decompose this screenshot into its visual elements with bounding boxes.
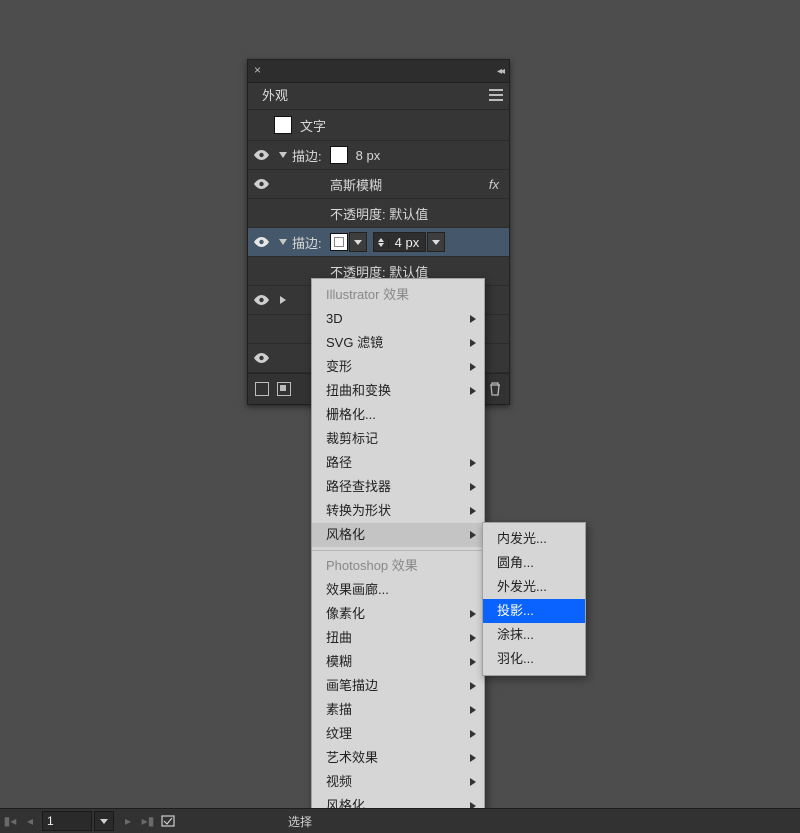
row-root[interactable]: 文字 [248,110,509,141]
opacity1-label: 不透明度: 默认值 [274,204,428,223]
chevron-down-icon[interactable] [279,152,287,158]
fx-icon[interactable]: fx [489,177,509,192]
root-label: 文字 [292,116,326,135]
stroke2-size-dropdown[interactable] [427,232,445,252]
gauss-label: 高斯模糊 [274,175,382,194]
row-opacity-1[interactable]: 不透明度: 默认值 [248,199,509,228]
nav-first[interactable]: ▮◂ [0,809,20,833]
nav-prev[interactable]: ◂ [20,809,40,833]
menu-separator [312,550,484,551]
submenu-feather[interactable]: 羽化... [483,647,585,671]
menu-rasterize[interactable]: 栅格化... [312,403,484,427]
menu-svg-filters[interactable]: SVG 滤镜 [312,331,484,355]
chevron-right-icon [470,531,476,539]
row-stroke-2[interactable]: 描边: 4 px [248,228,509,257]
menu-blur[interactable]: 模糊 [312,650,484,674]
menu-path[interactable]: 路径 [312,451,484,475]
submenu-drop-shadow[interactable]: 投影... [483,599,585,623]
menu-convert-shape[interactable]: 转换为形状 [312,499,484,523]
submenu-outer-glow[interactable]: 外发光... [483,575,585,599]
stroke2-swatch[interactable] [330,233,348,251]
trash-icon[interactable] [487,381,503,397]
menu-crop-marks[interactable]: 裁剪标记 [312,427,484,451]
chevron-right-icon [470,754,476,762]
chevron-right-icon [470,634,476,642]
chevron-right-icon [470,339,476,347]
panel-menu-icon[interactable] [489,89,503,101]
menu-pixelate[interactable]: 像素化 [312,602,484,626]
nav-artboard[interactable] [158,809,178,833]
stroke2-swatch-dropdown[interactable] [349,232,367,252]
menu-brush-strokes[interactable]: 画笔描边 [312,674,484,698]
menu-stylize[interactable]: 风格化 [312,523,484,547]
menu-artistic[interactable]: 艺术效果 [312,746,484,770]
effects-menu: Illustrator 效果 3D SVG 滤镜 变形 扭曲和变换 栅格化...… [311,278,485,823]
menu-warp[interactable]: 变形 [312,355,484,379]
visibility-icon[interactable] [254,177,269,192]
nav-next[interactable]: ▸ [118,809,138,833]
stepper-icon[interactable] [374,238,389,247]
chevron-right-icon [470,507,476,515]
submenu-round-corners[interactable]: 圆角... [483,551,585,575]
chevron-right-icon [470,706,476,714]
visibility-icon[interactable] [254,293,269,308]
stroke1-size: 8 px [348,148,381,163]
menu-effect-gallery[interactable]: 效果画廊... [312,578,484,602]
stylize-submenu: 内发光... 圆角... 外发光... 投影... 涂抹... 羽化... [482,522,586,676]
stroke1-label: 描边: [292,146,322,165]
tab-appearance[interactable]: 外观 [254,83,296,109]
menu-sketch[interactable]: 素描 [312,698,484,722]
row-gauss[interactable]: 高斯模糊 fx [248,170,509,199]
chevron-down-icon[interactable] [279,239,287,245]
stroke2-size-input[interactable]: 4 px [373,232,427,252]
menu-section-illustrator: Illustrator 效果 [312,283,484,307]
menu-3d[interactable]: 3D [312,307,484,331]
menu-video[interactable]: 视频 [312,770,484,794]
chevron-right-icon [470,483,476,491]
page-dropdown[interactable] [94,811,114,831]
stroke2-label: 描边: [292,233,322,252]
menu-pathfinder[interactable]: 路径查找器 [312,475,484,499]
panel-tabs: 外观 [248,83,509,110]
collapse-icon[interactable]: ◂◂ [497,66,503,77]
submenu-inner-glow[interactable]: 内发光... [483,527,585,551]
visibility-icon[interactable] [254,351,269,366]
status-bar: ▮◂ ◂ 1 ▸ ▸▮ 选择 [0,808,800,833]
menu-section-photoshop: Photoshop 效果 [312,554,484,578]
visibility-icon[interactable] [254,235,269,250]
chevron-right-icon [470,315,476,323]
visibility-icon[interactable] [254,148,269,163]
chevron-right-icon [470,459,476,467]
menu-distort[interactable]: 扭曲 [312,626,484,650]
chevron-right-icon[interactable] [280,296,286,304]
close-icon[interactable]: × [254,63,261,77]
chevron-right-icon [470,610,476,618]
menu-distort-transform[interactable]: 扭曲和变换 [312,379,484,403]
submenu-scribble[interactable]: 涂抹... [483,623,585,647]
chevron-right-icon [470,363,476,371]
menu-texture[interactable]: 纹理 [312,722,484,746]
chevron-right-icon [470,658,476,666]
page-input[interactable]: 1 [42,811,92,831]
new-fill-icon[interactable] [276,381,292,397]
new-stroke-icon[interactable] [254,381,270,397]
chevron-right-icon [470,778,476,786]
chevron-right-icon [470,682,476,690]
chevron-right-icon [470,387,476,395]
tool-mode-label: 选择 [288,813,312,830]
row-stroke-1[interactable]: 描边: 8 px [248,141,509,170]
chevron-right-icon [470,730,476,738]
fill-swatch[interactable] [274,116,292,134]
panel-header: × ◂◂ [248,60,509,83]
nav-last[interactable]: ▸▮ [138,809,158,833]
stroke1-swatch[interactable] [330,146,348,164]
